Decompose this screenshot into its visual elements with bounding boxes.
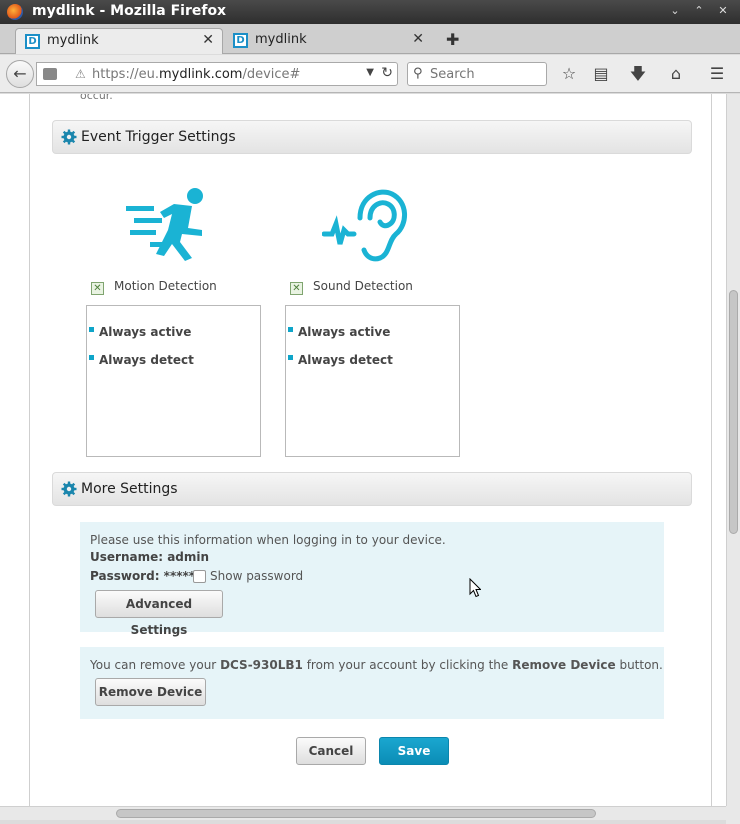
- cancel-button[interactable]: Cancel: [296, 737, 366, 765]
- dlink-logo-icon: D: [233, 33, 248, 48]
- remove-device-text: You can remove your DCS-930LB1 from your…: [90, 658, 663, 672]
- new-tab-icon[interactable]: ✚: [446, 30, 459, 49]
- show-password-checkbox[interactable]: [193, 570, 206, 583]
- truncated-text: occur.: [80, 94, 113, 102]
- tab-label: mydlink: [47, 33, 99, 48]
- event-trigger-section-header: Event Trigger Settings: [52, 120, 692, 154]
- advanced-settings-button[interactable]: Advanced Settings: [95, 590, 223, 637]
- sound-detection-checkbox[interactable]: ✕: [290, 282, 303, 295]
- remove-device-button[interactable]: Remove Device: [95, 678, 206, 706]
- search-input[interactable]: [430, 65, 542, 83]
- close-window-icon[interactable]: ✕: [716, 4, 730, 18]
- home-icon[interactable]: ⌂: [665, 63, 687, 85]
- url-dropdown-icon[interactable]: ▼: [366, 67, 374, 78]
- warning-icon[interactable]: ⚠: [75, 67, 86, 81]
- sound-detection-label: Sound Detection: [313, 279, 413, 293]
- search-bar[interactable]: ⚲: [407, 62, 547, 86]
- login-info-box: Please use this information when logging…: [80, 522, 664, 637]
- gear-icon: [61, 129, 77, 145]
- tab-close-icon[interactable]: ✕: [202, 32, 214, 48]
- list-item: Always active: [88, 325, 192, 339]
- password-text: Password: ******: [90, 569, 202, 583]
- window-titlebar: mydlink - Mozilla Firefox ⌄ ⌃ ✕: [0, 0, 740, 24]
- minimize-icon[interactable]: ⌄: [668, 4, 682, 18]
- horizontal-scrollbar[interactable]: [0, 806, 726, 820]
- motion-detection-label: Motion Detection: [114, 279, 217, 293]
- dlink-logo-icon: D: [25, 34, 40, 49]
- site-identity-icon[interactable]: [43, 68, 57, 80]
- sound-detection-box[interactable]: Always active Always detect: [285, 305, 460, 457]
- tab-bar: D mydlink ✕ D mydlink ✕ ✚: [0, 24, 740, 54]
- bookmark-star-icon[interactable]: ☆: [558, 63, 580, 85]
- list-item: Always detect: [288, 353, 393, 367]
- tab-label: mydlink: [255, 32, 307, 47]
- back-button[interactable]: ←: [6, 60, 34, 88]
- section-title: More Settings: [81, 481, 178, 497]
- login-info-text: Please use this information when logging…: [90, 533, 446, 547]
- motion-detection-checkbox[interactable]: ✕: [91, 282, 104, 295]
- navigation-bar: ← ⚠ https://eu.mydlink.com/device# ▼ ↻ ⚲…: [0, 55, 740, 93]
- save-button[interactable]: Save: [379, 737, 449, 765]
- list-item: Always detect: [89, 353, 194, 367]
- list-item: Always active: [287, 325, 391, 339]
- running-person-icon[interactable]: [122, 186, 212, 262]
- page-viewport: occur. Event Trigger Settings ✕ Motion D…: [0, 94, 726, 806]
- reload-icon[interactable]: ↻: [381, 65, 393, 81]
- tab-mydlink-2[interactable]: D mydlink ✕: [224, 28, 432, 54]
- show-password-label[interactable]: Show password: [210, 569, 303, 583]
- mouse-cursor-icon: [469, 578, 481, 598]
- gear-icon: [61, 481, 77, 497]
- tab-mydlink-1[interactable]: D mydlink ✕: [15, 28, 223, 54]
- horizontal-scroll-thumb[interactable]: [116, 809, 596, 818]
- firefox-logo-icon: [7, 4, 23, 20]
- ear-sound-icon[interactable]: [322, 186, 412, 262]
- search-icon: ⚲: [413, 66, 423, 81]
- download-icon[interactable]: 🡇: [627, 63, 649, 85]
- url-text[interactable]: https://eu.mydlink.com/device#: [92, 67, 300, 82]
- menu-icon[interactable]: ☰: [706, 63, 728, 85]
- more-settings-section-header: More Settings: [52, 472, 692, 506]
- reading-list-icon[interactable]: ▤: [590, 63, 612, 85]
- scroll-corner: [726, 806, 740, 824]
- url-bar[interactable]: ⚠ https://eu.mydlink.com/device# ▼ ↻: [36, 62, 398, 86]
- section-title: Event Trigger Settings: [81, 129, 236, 145]
- vertical-scrollbar[interactable]: [726, 94, 740, 806]
- maximize-icon[interactable]: ⌃: [692, 4, 706, 18]
- motion-detection-box[interactable]: Always active Always detect: [86, 305, 261, 457]
- vertical-scroll-thumb[interactable]: [729, 290, 738, 534]
- window-title: mydlink - Mozilla Firefox: [32, 3, 227, 19]
- username-text: Username: admin: [90, 550, 210, 564]
- remove-device-box: You can remove your DCS-930LB1 from your…: [80, 647, 664, 719]
- tab-close-icon[interactable]: ✕: [412, 31, 424, 47]
